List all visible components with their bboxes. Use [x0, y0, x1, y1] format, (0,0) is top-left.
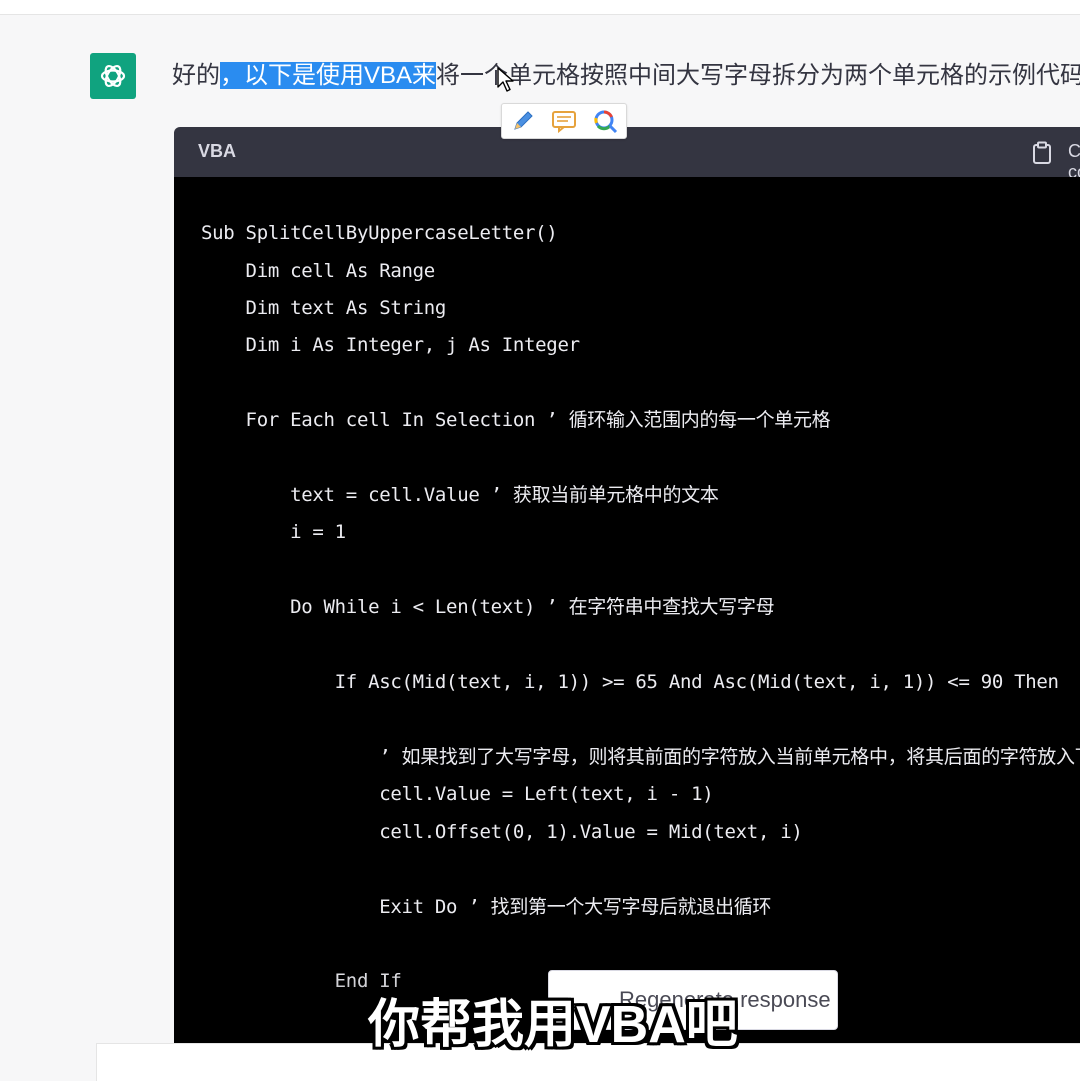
video-subtitle: 你帮我用VBA吧: [368, 996, 738, 1054]
code-line: If Asc(Mid(text, i, 1)) >= 65 And Asc(Mi…: [201, 671, 1059, 693]
pencil-icon[interactable]: [508, 106, 538, 136]
code-line: Dim cell As Range: [201, 260, 436, 282]
code-line: Dim i As Integer, j As Integer: [201, 334, 580, 356]
comment-icon[interactable]: [549, 106, 579, 136]
code-line: ’ 如果找到了大写字母，则将其前面的字符放入当前单元格中，将其后面的字符放入下一…: [379, 746, 1080, 768]
code-language-label: VBA: [198, 141, 237, 161]
code-line: Sub SplitCellByUppercaseLetter(): [201, 222, 558, 244]
google-search-icon[interactable]: [590, 106, 620, 136]
code-line: Dim text As String: [201, 297, 447, 319]
selection-toolbar: [501, 103, 627, 139]
code-block-header: VBA Copy code: [174, 127, 1080, 182]
mouse-cursor-icon: [497, 67, 515, 98]
code-line: text = cell.Value ’ 获取当前单元格中的文本: [201, 484, 719, 506]
code-line: cell.Offset(0, 1).Value = Mid(text, i): [201, 821, 803, 843]
code-line: For Each cell In Selection ’ 循环输入范围内的每一个…: [201, 409, 831, 431]
code-line: i = 1: [201, 521, 346, 543]
code-line: cell.Value = Left(text, i - 1): [201, 783, 714, 805]
top-bar: [0, 0, 1080, 15]
assistant-message-text: 好的，以下是使用VBA来将一个单元格按照中间大写字母拆分为两个单元格的示例代码：: [172, 60, 1080, 94]
message-text-before: 好的: [172, 62, 220, 89]
message-text-after: 将一个单元格按照中间大写字母拆分为两个单元格的示例代码：: [436, 62, 1080, 89]
code-line: Exit Do ’ 找到第一个大写字母后就退出循环: [201, 896, 772, 918]
code-block: Sub SplitCellByUppercaseLetter() Dim cel…: [174, 177, 1080, 1047]
selected-text[interactable]: ，以下是使用VBA来: [220, 62, 437, 89]
clipboard-icon[interactable]: [1032, 141, 1052, 170]
code-line: Do While i < Len(text) ’ 在字符串中查找大写字母: [201, 596, 775, 618]
chatgpt-logo-icon: [90, 53, 136, 99]
